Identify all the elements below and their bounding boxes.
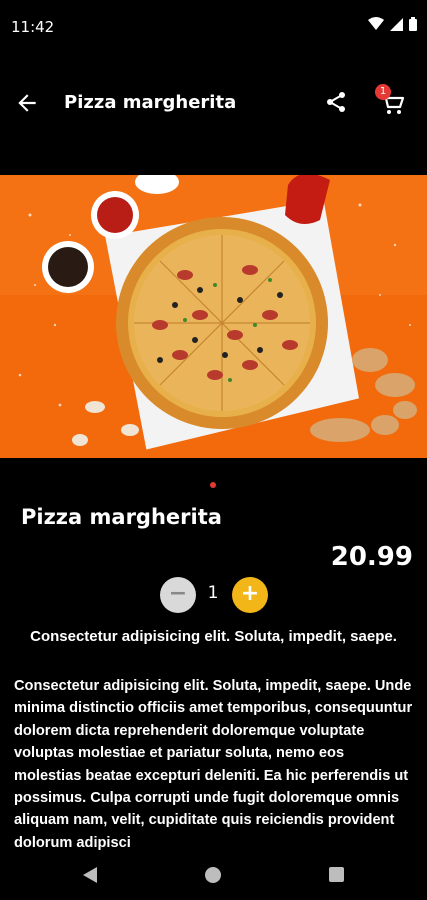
carousel-indicator-dot — [210, 482, 216, 488]
product-name: Pizza margherita — [21, 505, 222, 529]
product-subtitle: Consectetur adipisicing elit. Soluta, im… — [30, 628, 397, 645]
nav-back-icon[interactable] — [82, 866, 98, 884]
page-title: Pizza margherita — [64, 92, 237, 113]
nav-recents-icon[interactable] — [329, 867, 344, 882]
quantity-value: 1 — [207, 583, 219, 603]
status-bar: 11:42 — [0, 0, 427, 54]
battery-icon — [409, 17, 417, 31]
decrease-quantity-button[interactable]: − — [160, 577, 196, 613]
nav-home-icon[interactable] — [205, 867, 221, 883]
wifi-icon — [368, 17, 384, 30]
product-description: Consectetur adipisicing elit. Soluta, im… — [14, 678, 413, 851]
status-icons — [368, 17, 417, 31]
pizza-illustration — [0, 175, 427, 458]
increase-quantity-button[interactable]: + — [232, 577, 268, 613]
product-price: 20.99 — [330, 542, 413, 572]
product-image[interactable] — [0, 175, 427, 458]
system-nav-bar — [0, 852, 427, 900]
cart-count-badge: 1 — [375, 84, 391, 100]
status-time: 11:42 — [11, 18, 55, 36]
quantity-stepper: − 1 + — [160, 577, 270, 613]
back-arrow-icon[interactable] — [14, 90, 40, 116]
cell-signal-icon — [390, 17, 403, 31]
share-icon[interactable] — [324, 90, 348, 114]
app-bar: Pizza margherita 1 — [0, 78, 427, 130]
